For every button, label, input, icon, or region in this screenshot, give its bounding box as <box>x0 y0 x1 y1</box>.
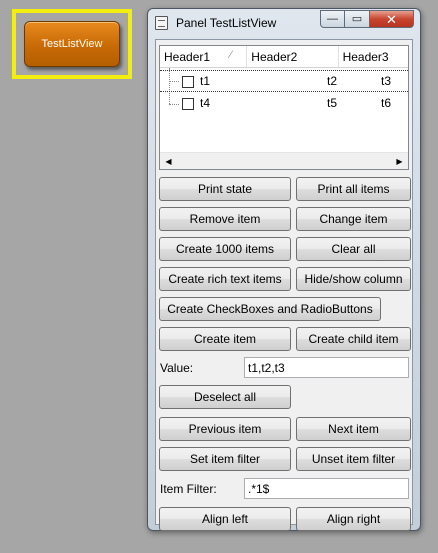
clear-all-button[interactable]: Clear all <box>296 237 411 261</box>
remove-item-button[interactable]: Remove item <box>159 207 291 231</box>
column-header-1[interactable]: Header1 ⁄ <box>160 46 248 67</box>
scroll-right-icon[interactable]: ▶ <box>391 153 408 169</box>
tree-connector <box>169 81 179 82</box>
create-1000-items-button[interactable]: Create 1000 items <box>159 237 291 261</box>
item-checkbox[interactable] <box>182 76 194 88</box>
deselect-all-button[interactable]: Deselect all <box>159 385 291 409</box>
close-button[interactable]: ✕ <box>370 10 414 28</box>
panel-window: Panel TestListView — ▭ ✕ Header1 ⁄ Heade… <box>147 8 421 531</box>
cell-header3: t6 <box>381 96 392 110</box>
cell-header1: t1 <box>200 74 211 88</box>
column-header-2[interactable]: Header2 <box>247 46 339 67</box>
align-left-button[interactable]: Align left <box>159 507 291 531</box>
minimize-button[interactable]: — <box>320 10 345 28</box>
cell-header1: t4 <box>200 96 211 110</box>
print-state-button[interactable]: Print state <box>159 177 291 201</box>
align-right-button[interactable]: Align right <box>296 507 411 531</box>
scroll-left-icon[interactable]: ◀ <box>160 153 177 169</box>
sort-indicator-icon: ⁄ <box>230 49 232 61</box>
caption-buttons: — ▭ ✕ <box>320 10 414 28</box>
test-list-view-button[interactable]: TestListView <box>24 21 120 67</box>
unset-item-filter-button[interactable]: Unset item filter <box>296 447 411 471</box>
create-checkboxes-radiobuttons-button[interactable]: Create CheckBoxes and RadioButtons <box>159 297 381 321</box>
value-label: Value: <box>160 361 194 375</box>
cell-header2: t2 <box>327 74 338 88</box>
title-bar[interactable]: Panel TestListView — ▭ ✕ <box>148 9 420 37</box>
create-item-button[interactable]: Create item <box>159 327 291 351</box>
column-header-3[interactable]: Header3 <box>339 46 408 67</box>
next-item-button[interactable]: Next item <box>296 417 411 441</box>
hide-show-column-button[interactable]: Hide/show column <box>296 267 411 291</box>
set-item-filter-button[interactable]: Set item filter <box>159 447 291 471</box>
item-filter-label: Item Filter: <box>160 482 217 496</box>
column-header-3-label: Header3 <box>342 50 389 64</box>
window-title: Panel TestListView <box>176 16 277 30</box>
list-view-header: Header1 ⁄ Header2 Header3 <box>160 46 408 68</box>
test-list-view-button-label: TestListView <box>41 38 103 50</box>
maximize-button[interactable]: ▭ <box>345 10 370 28</box>
list-item[interactable]: t1 t2 t3 <box>160 70 408 92</box>
item-filter-field[interactable]: .*1$ <box>244 478 409 499</box>
create-rich-text-items-button[interactable]: Create rich text items <box>159 267 291 291</box>
column-header-1-label: Header1 <box>164 50 211 64</box>
maximize-icon: ▭ <box>351 12 363 25</box>
horizontal-scrollbar[interactable]: ◀ ▶ <box>160 152 408 169</box>
highlight-frame: TestListView <box>12 9 132 79</box>
cell-header3: t3 <box>381 74 392 88</box>
window-icon <box>155 16 168 30</box>
close-icon: ✕ <box>386 11 397 27</box>
minimize-icon: — <box>327 12 338 25</box>
list-item[interactable]: t4 t5 t6 <box>160 93 408 115</box>
column-header-2-label: Header2 <box>251 50 298 64</box>
list-view[interactable]: Header1 ⁄ Header2 Header3 t1 t2 t3 t4 t5… <box>159 45 409 170</box>
change-item-button[interactable]: Change item <box>296 207 411 231</box>
tree-connector <box>169 104 179 105</box>
item-checkbox[interactable] <box>182 98 194 110</box>
previous-item-button[interactable]: Previous item <box>159 417 291 441</box>
print-all-items-button[interactable]: Print all items <box>296 177 411 201</box>
cell-header2: t5 <box>327 96 338 110</box>
window-client-area: Header1 ⁄ Header2 Header3 t1 t2 t3 t4 t5… <box>155 39 413 531</box>
value-field[interactable]: t1,t2,t3 <box>244 357 409 378</box>
create-child-item-button[interactable]: Create child item <box>296 327 411 351</box>
